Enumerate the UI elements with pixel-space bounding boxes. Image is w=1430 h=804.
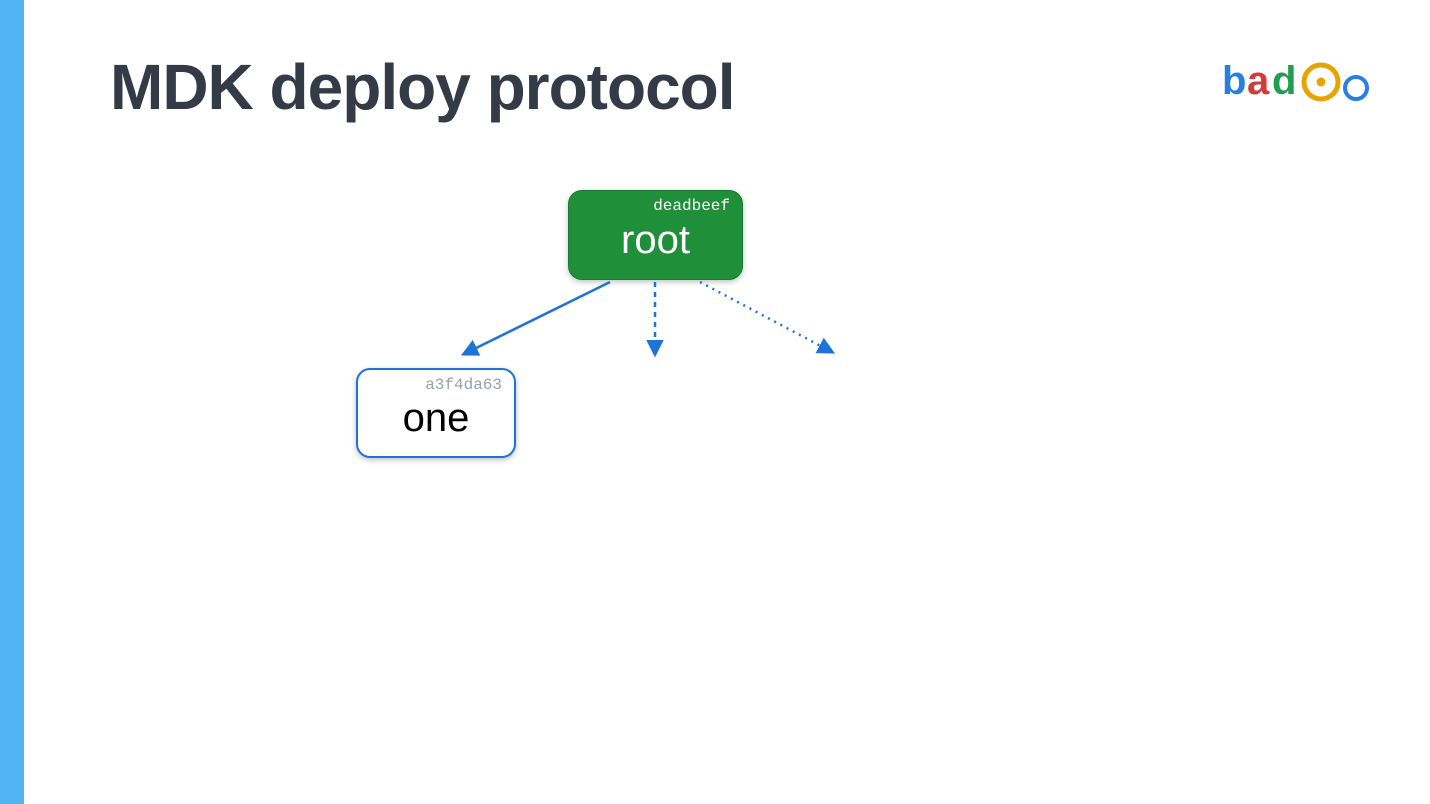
node-root-hash: deadbeef: [653, 197, 730, 215]
svg-text:b: b: [1222, 60, 1246, 103]
svg-text:d: d: [1272, 60, 1296, 103]
node-one: a3f4da63 one: [356, 368, 516, 458]
node-one-hash: a3f4da63: [425, 376, 502, 394]
badoo-logo: b a d: [1222, 60, 1382, 104]
svg-text:a: a: [1247, 60, 1270, 103]
slide-title: MDK deploy protocol: [110, 50, 735, 124]
decorative-side-stripe: [0, 0, 24, 804]
node-one-label: one: [403, 398, 470, 438]
node-root: deadbeef root: [568, 190, 743, 280]
edge-root-to-one: [464, 282, 610, 354]
node-root-label: root: [621, 220, 690, 260]
edge-root-to-right: [700, 282, 832, 352]
